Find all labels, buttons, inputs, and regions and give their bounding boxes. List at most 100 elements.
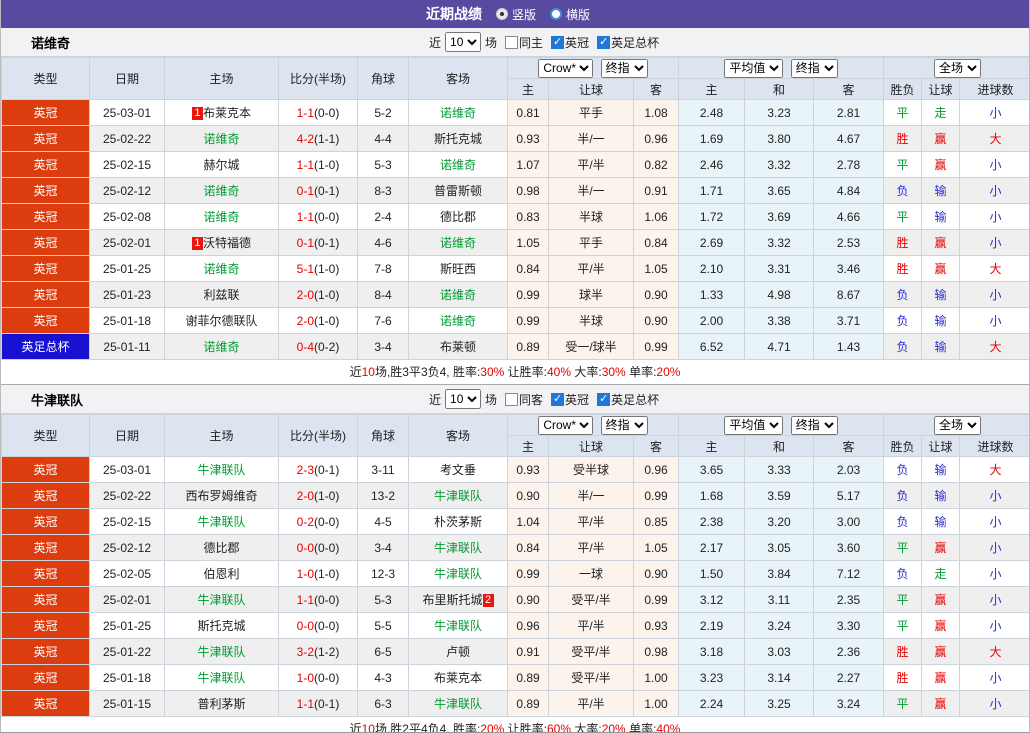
- odds-time-select[interactable]: 终指: [600, 58, 648, 78]
- col-odds-home: 主: [507, 435, 549, 457]
- vertical-layout-radio[interactable]: [495, 8, 508, 20]
- summary-segment: 40%: [547, 365, 572, 379]
- score-cell: 1-0(1-0): [278, 560, 358, 587]
- away-team-cell: 斯旺西: [408, 255, 508, 282]
- corners: 4-6: [357, 229, 409, 256]
- avg-away: 4.66: [813, 203, 885, 230]
- halftime-score: (0-0): [314, 540, 340, 555]
- odds-home: 0.99: [507, 560, 549, 587]
- summary-segment: 让胜率:: [504, 722, 547, 733]
- score-cell: 0-0(0-0): [278, 534, 358, 561]
- corners: 13-2: [357, 482, 409, 509]
- summary-segment: 近: [349, 722, 362, 733]
- league-badge: 英冠: [1, 690, 90, 717]
- avg-draw: 3.25: [744, 690, 815, 717]
- score-cell: 0-4(0-2): [278, 333, 358, 360]
- match-row: 英冠 25-02-22 诺维奇 4-2(1-1) 4-4 斯托克城 0.93 半/一 0.96 1…: [1, 125, 1029, 152]
- match-count-select[interactable]: 10: [445, 32, 482, 52]
- result-handicap: 赢: [921, 612, 961, 639]
- corners: 5-3: [357, 586, 409, 613]
- odds-provider-select[interactable]: Crow*: [538, 58, 594, 78]
- home-team-name: 赫尔城: [203, 158, 240, 172]
- match-row: 英冠 25-01-23 利兹联 2-0(1-0) 8-4 诺维奇 0.99 球半 0.90 1.3…: [1, 281, 1029, 308]
- score-cell: 2-0(1-0): [278, 307, 358, 334]
- fa-cup-checkbox[interactable]: [597, 392, 611, 406]
- odds-provider-select[interactable]: Crow*: [538, 415, 594, 435]
- avg-away: 2.03: [813, 456, 885, 483]
- col-avg-draw: 和: [744, 78, 815, 100]
- odds-handicap: 受平/半: [548, 638, 634, 665]
- away-team-cell: 普雷斯顿: [408, 177, 508, 204]
- odds-handicap: 平手: [548, 99, 634, 126]
- away-team-name: 普雷斯顿: [433, 184, 482, 198]
- home-team-cell: 利兹联: [164, 281, 279, 308]
- result-handicap: 赢: [921, 255, 961, 282]
- home-team-name: 牛津联队: [197, 671, 246, 685]
- fulltime-score: 0-1: [296, 183, 314, 198]
- match-row: 英冠 25-03-01 1 布莱克本 1-1(0-0) 5-2 诺维奇 0.81 平手 1.08 2…: [1, 99, 1029, 126]
- avg-away: 2.36: [813, 638, 885, 665]
- same-home-checkbox[interactable]: [505, 35, 519, 49]
- away-team-name: 牛津联队: [433, 567, 482, 581]
- odds-handicap: 半球: [548, 307, 634, 334]
- result-outcome: 平: [883, 586, 923, 613]
- col-odds-home: 主: [507, 78, 549, 100]
- odds-time-select[interactable]: 终指: [600, 415, 648, 435]
- scope-select[interactable]: 全场: [934, 415, 982, 435]
- result-outcome: 平: [883, 151, 923, 178]
- score-cell: 2-3(0-1): [278, 456, 358, 483]
- summary-segment: 单率:: [625, 365, 657, 379]
- horizontal-layout-radio[interactable]: [550, 8, 562, 20]
- avg-time-select[interactable]: 终指: [790, 58, 838, 78]
- match-row: 英冠 25-02-01 1 沃特福德 0-1(0-1) 4-6 诺维奇 1.05 平手 0.84 2…: [1, 229, 1029, 256]
- fa-cup-checkbox[interactable]: [597, 35, 611, 49]
- result-handicap: 赢: [921, 586, 961, 613]
- odds-away: 0.93: [632, 612, 680, 639]
- league-badge: 英冠: [1, 456, 90, 483]
- fulltime-score: 4-2: [296, 131, 314, 146]
- avg-time-select[interactable]: 终指: [790, 415, 838, 435]
- away-team-name: 朴茨茅斯: [433, 515, 482, 529]
- result-goals: 小: [959, 99, 1029, 126]
- result-outcome: 平: [883, 99, 923, 126]
- col-corners: 角球: [357, 57, 409, 100]
- result-handicap: 输: [921, 281, 961, 308]
- avg-draw: 3.23: [744, 99, 815, 126]
- same-away-label: 同客: [519, 392, 544, 407]
- avg-home: 2.10: [678, 255, 746, 282]
- corners: 3-11: [357, 456, 409, 483]
- avg-provider-select[interactable]: 平均值: [724, 58, 784, 78]
- match-count-select[interactable]: 10: [445, 389, 482, 409]
- team-name: 牛津联队: [31, 392, 84, 408]
- same-away-checkbox[interactable]: [505, 392, 519, 406]
- avg-away: 3.46: [813, 255, 885, 282]
- avg-home: 2.17: [678, 534, 746, 561]
- league-championship-checkbox[interactable]: [551, 392, 565, 406]
- odds-handicap: 半球: [548, 203, 634, 230]
- fulltime-score: 5-1: [296, 261, 314, 276]
- result-goals: 小: [959, 203, 1029, 230]
- odds-away: 0.90: [632, 307, 680, 334]
- result-goals: 小: [959, 229, 1029, 256]
- result-goals: 大: [959, 638, 1029, 665]
- avg-home: 2.46: [678, 151, 746, 178]
- avg-provider-select[interactable]: 平均值: [724, 415, 784, 435]
- result-handicap: 输: [921, 333, 961, 360]
- scope-select[interactable]: 全场: [934, 58, 982, 78]
- avg-away: 4.67: [813, 125, 885, 152]
- horizontal-layout-label: 横版: [566, 7, 591, 22]
- halftime-score: (1-2): [314, 644, 340, 659]
- match-date: 25-01-18: [89, 307, 165, 334]
- fulltime-score: 0-0: [296, 618, 314, 633]
- avg-home: 3.65: [678, 456, 746, 483]
- odds-group-header: Crow* 终指: [506, 414, 680, 436]
- result-goals: 小: [959, 508, 1029, 535]
- odds-away: 0.98: [632, 638, 680, 665]
- result-outcome: 负: [883, 482, 923, 509]
- match-row: 英冠 25-02-08 诺维奇 1-1(0-0) 2-4 德比郡 0.83 半球 1.06 1.7…: [1, 203, 1029, 230]
- avg-away: 3.71: [813, 307, 885, 334]
- avg-away: 4.84: [813, 177, 885, 204]
- league-championship-checkbox[interactable]: [551, 35, 565, 49]
- home-team-name: 诺维奇: [203, 262, 240, 276]
- filter-bar: 近 10 场 同主 英冠 英足总杯: [429, 32, 659, 52]
